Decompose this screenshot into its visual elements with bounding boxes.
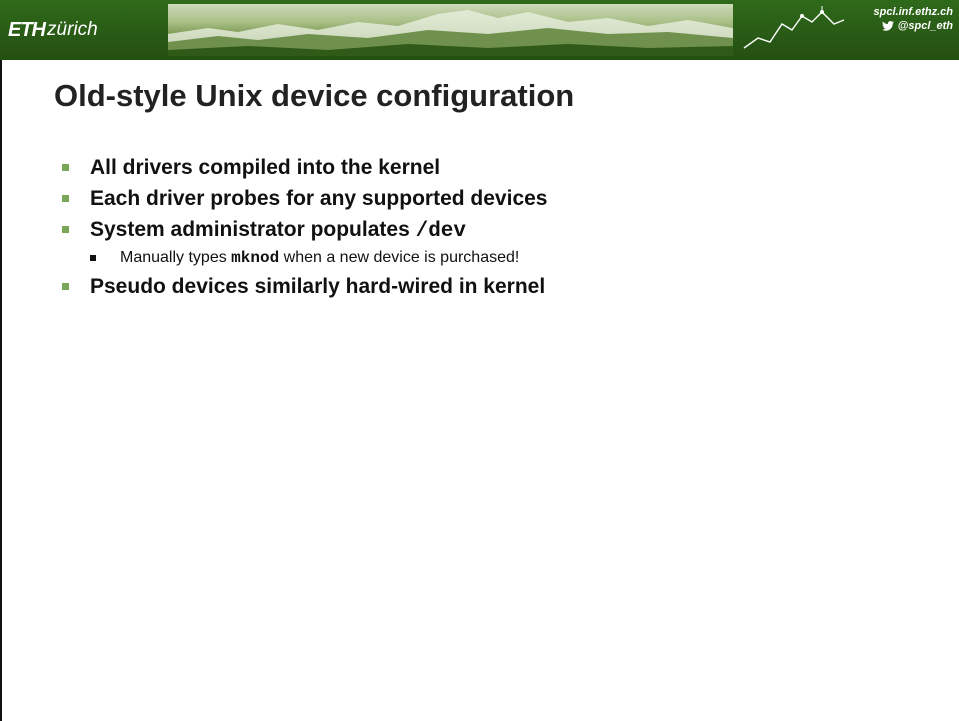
logo-zurich-text: zürich	[47, 19, 98, 40]
bullet-item: Each driver probes for any supported dev…	[62, 183, 547, 214]
bullet-text: All drivers compiled into the kernel	[90, 156, 441, 179]
bullet-list: All drivers compiled into the kernel Eac…	[62, 152, 547, 302]
code-dev-path: /dev	[415, 220, 467, 243]
slide-title: Old-style Unix device configuration	[54, 78, 575, 113]
twitter-handle-text: @spcl_eth	[897, 20, 953, 32]
bullet-text: Pseudo devices similarly hard-wired in k…	[90, 275, 546, 298]
left-border-rule	[0, 60, 2, 721]
code-mknod: mknod	[231, 249, 280, 267]
twitter-handle: @spcl_eth	[881, 20, 953, 32]
slide-header: ETH zürich spcl.inf.ethz.ch @spcl_eth	[0, 0, 959, 60]
eth-zurich-logo: ETH zürich	[8, 12, 98, 48]
twitter-bird-icon	[881, 21, 894, 31]
bullet-text: Each driver probes for any supported dev…	[90, 187, 548, 210]
bullet-text: System administrator populates	[90, 218, 416, 241]
mountain-panorama-image	[168, 10, 733, 56]
spcl-mountain-logo	[743, 6, 845, 49]
bullet-item: All drivers compiled into the kernel	[62, 152, 547, 183]
sub-bullet-text: Manually types	[120, 249, 232, 266]
sub-bullet-text-tail: when a new device is purchased!	[279, 249, 520, 266]
logo-eth-text: ETH	[8, 18, 46, 41]
sub-bullet-item: Manually types mknod when a new device i…	[62, 245, 547, 271]
bullet-item: Pseudo devices similarly hard-wired in k…	[62, 271, 547, 302]
alpine-panorama-banner	[168, 4, 733, 56]
site-url: spcl.inf.ethz.ch	[873, 6, 953, 18]
bullet-item: System administrator populates /dev	[62, 214, 547, 245]
